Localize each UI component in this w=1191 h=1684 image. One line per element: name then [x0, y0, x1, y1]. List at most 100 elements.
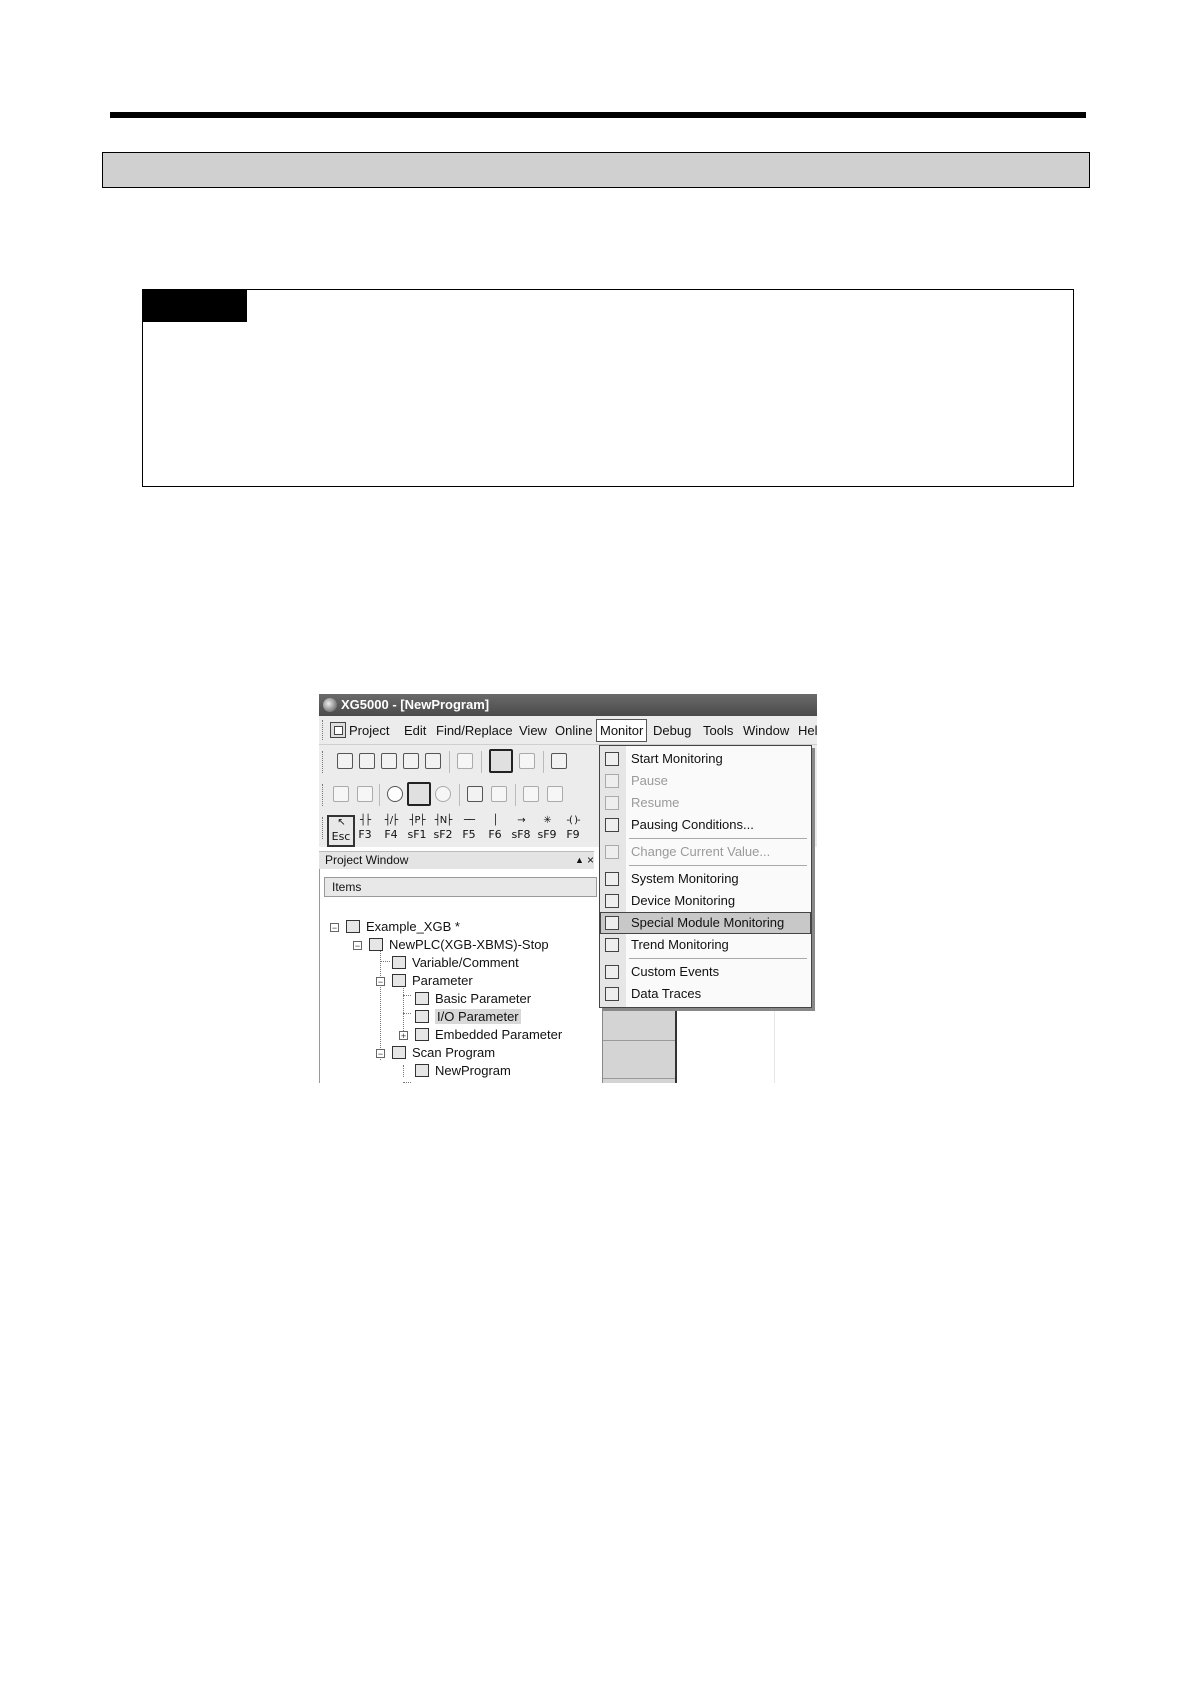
- comment-icon[interactable]: [457, 753, 473, 769]
- items-column-label: Items: [332, 880, 362, 894]
- tree-item-plc[interactable]: NewPLC(XGB-XBMS)-Stop: [369, 936, 549, 954]
- collapse-toggle[interactable]: −: [353, 941, 362, 951]
- negative-pulse-button[interactable]: ┤N├ sF2: [431, 815, 455, 843]
- run-icon[interactable]: [387, 786, 403, 802]
- tree-item-basic-parameter[interactable]: Basic Parameter: [415, 990, 531, 1008]
- tree-item-embedded-parameter[interactable]: Embedded Parameter: [415, 1026, 562, 1044]
- toolbar-separator: [449, 751, 450, 773]
- menu-item-label: Pause: [631, 773, 668, 788]
- menu-item-custom-events[interactable]: Custom Events: [600, 961, 811, 983]
- invert-button[interactable]: ✳ sF9: [535, 815, 559, 843]
- close-icon[interactable]: ×: [587, 852, 594, 869]
- menu-item-pausing-conditions[interactable]: Pausing Conditions...: [600, 814, 811, 836]
- change-value-icon: [605, 845, 619, 859]
- tree-line: [380, 961, 390, 962]
- note-box: [142, 289, 1074, 487]
- project-window-title: Project Window: [325, 853, 409, 867]
- tree-item-scan-program[interactable]: Scan Program: [392, 1044, 495, 1062]
- tree-item-variable-comment[interactable]: Variable/Comment: [392, 954, 519, 972]
- variable-comment-icon: [392, 956, 406, 969]
- save-icon[interactable]: [403, 753, 419, 769]
- disconnect-icon[interactable]: [519, 753, 535, 769]
- data-traces-icon: [605, 987, 619, 1001]
- menu-item-special-module-monitoring[interactable]: Special Module Monitoring: [600, 912, 811, 934]
- arrow-line-icon: →: [517, 815, 525, 826]
- menu-item-system-monitoring[interactable]: System Monitoring: [600, 868, 811, 890]
- menu-item-data-traces[interactable]: Data Traces: [600, 983, 811, 1005]
- arrow-line-button[interactable]: → sF8: [509, 815, 533, 843]
- expand-toggle[interactable]: +: [399, 1031, 408, 1041]
- menu-separator: [629, 958, 807, 959]
- mode-icon[interactable]: [333, 786, 349, 802]
- items-column-header[interactable]: Items: [324, 877, 597, 897]
- toolbar-grip[interactable]: [322, 784, 325, 806]
- menu-edit[interactable]: Edit: [404, 723, 426, 738]
- menu-item-trend-monitoring[interactable]: Trend Monitoring: [600, 934, 811, 956]
- read-icon[interactable]: [491, 786, 507, 802]
- menu-find-replace[interactable]: Find/Replace: [436, 723, 513, 738]
- connect-icon[interactable]: [489, 749, 513, 773]
- contact-no-button[interactable]: ┤├ F3: [353, 815, 377, 843]
- print-icon[interactable]: [425, 753, 441, 769]
- page-top-rule: [110, 112, 1086, 118]
- open-project-icon[interactable]: [381, 753, 397, 769]
- menu-project[interactable]: Project: [349, 723, 389, 738]
- menu-item-label: Start Monitoring: [631, 751, 723, 766]
- tree-item-io-parameter[interactable]: I/O Parameter: [415, 1008, 521, 1026]
- contact-no-icon: ┤├: [359, 815, 371, 826]
- menu-bar: Project Edit Find/Replace View Online Mo…: [319, 716, 817, 745]
- fkey-label: F9: [566, 828, 580, 841]
- menu-online[interactable]: Online: [555, 723, 593, 738]
- io-icon[interactable]: [357, 786, 373, 802]
- select-mode-button[interactable]: ↖ Esc: [327, 815, 355, 847]
- contact-nc-button[interactable]: ┤/├ F4: [379, 815, 403, 843]
- special-module-icon: [605, 916, 619, 930]
- tree-item-newprogram[interactable]: NewProgram: [415, 1062, 511, 1080]
- plc-info-icon[interactable]: [551, 753, 567, 769]
- io-parameter-icon: [415, 1010, 429, 1023]
- menu-monitor[interactable]: Monitor: [596, 719, 648, 742]
- parameter-icon: [392, 974, 406, 987]
- collapse-toggle[interactable]: −: [330, 923, 339, 933]
- collapse-toggle[interactable]: −: [376, 977, 385, 987]
- menu-item-change-current-value[interactable]: Change Current Value...: [600, 841, 811, 863]
- rung-cell: [603, 1041, 675, 1079]
- tree-item-label: NewProgram: [435, 1063, 511, 1078]
- menu-item-resume[interactable]: Resume: [600, 792, 811, 814]
- horizontal-line-button[interactable]: ── F5: [457, 815, 481, 843]
- menu-help[interactable]: Help: [798, 723, 817, 738]
- program-icon: [415, 1064, 429, 1077]
- menu-view[interactable]: View: [519, 723, 547, 738]
- stop-icon[interactable]: [407, 782, 431, 806]
- tree-item-project[interactable]: Example_XGB *: [346, 918, 460, 936]
- pause-icon[interactable]: [435, 786, 451, 802]
- menu-window[interactable]: Window: [743, 723, 789, 738]
- menu-grip[interactable]: [322, 720, 325, 740]
- compile-all-icon[interactable]: [547, 786, 563, 802]
- write-icon[interactable]: [467, 786, 483, 802]
- toolbar-grip[interactable]: [322, 817, 325, 839]
- tree-item-label: I/O Parameter: [435, 1009, 521, 1024]
- vertical-line-button[interactable]: │ F6: [483, 815, 507, 843]
- pin-icon[interactable]: ▲: [575, 852, 584, 869]
- coil-icon: -( )-: [566, 815, 580, 826]
- tree-line: [403, 1013, 411, 1014]
- system-monitoring-icon: [605, 872, 619, 886]
- tree-item-parameter[interactable]: Parameter: [392, 972, 473, 990]
- toolbar-grip[interactable]: [322, 751, 325, 773]
- toolbar-separator: [515, 784, 516, 806]
- menu-item-device-monitoring[interactable]: Device Monitoring: [600, 890, 811, 912]
- collapse-toggle[interactable]: −: [376, 1049, 385, 1059]
- coil-button[interactable]: -( )- F9: [561, 815, 585, 843]
- menu-debug[interactable]: Debug: [653, 723, 691, 738]
- positive-pulse-icon: ┤P├: [409, 815, 425, 826]
- positive-pulse-button[interactable]: ┤P├ sF1: [405, 815, 429, 843]
- menu-tools[interactable]: Tools: [703, 723, 733, 738]
- toolbar-separator: [543, 751, 544, 773]
- compile-icon[interactable]: [523, 786, 539, 802]
- new-file-icon[interactable]: [337, 753, 353, 769]
- menu-item-start-monitoring[interactable]: Start Monitoring: [600, 748, 811, 770]
- toolbar-separator: [459, 784, 460, 806]
- menu-item-pause[interactable]: Pause: [600, 770, 811, 792]
- open-folder-icon[interactable]: [359, 753, 375, 769]
